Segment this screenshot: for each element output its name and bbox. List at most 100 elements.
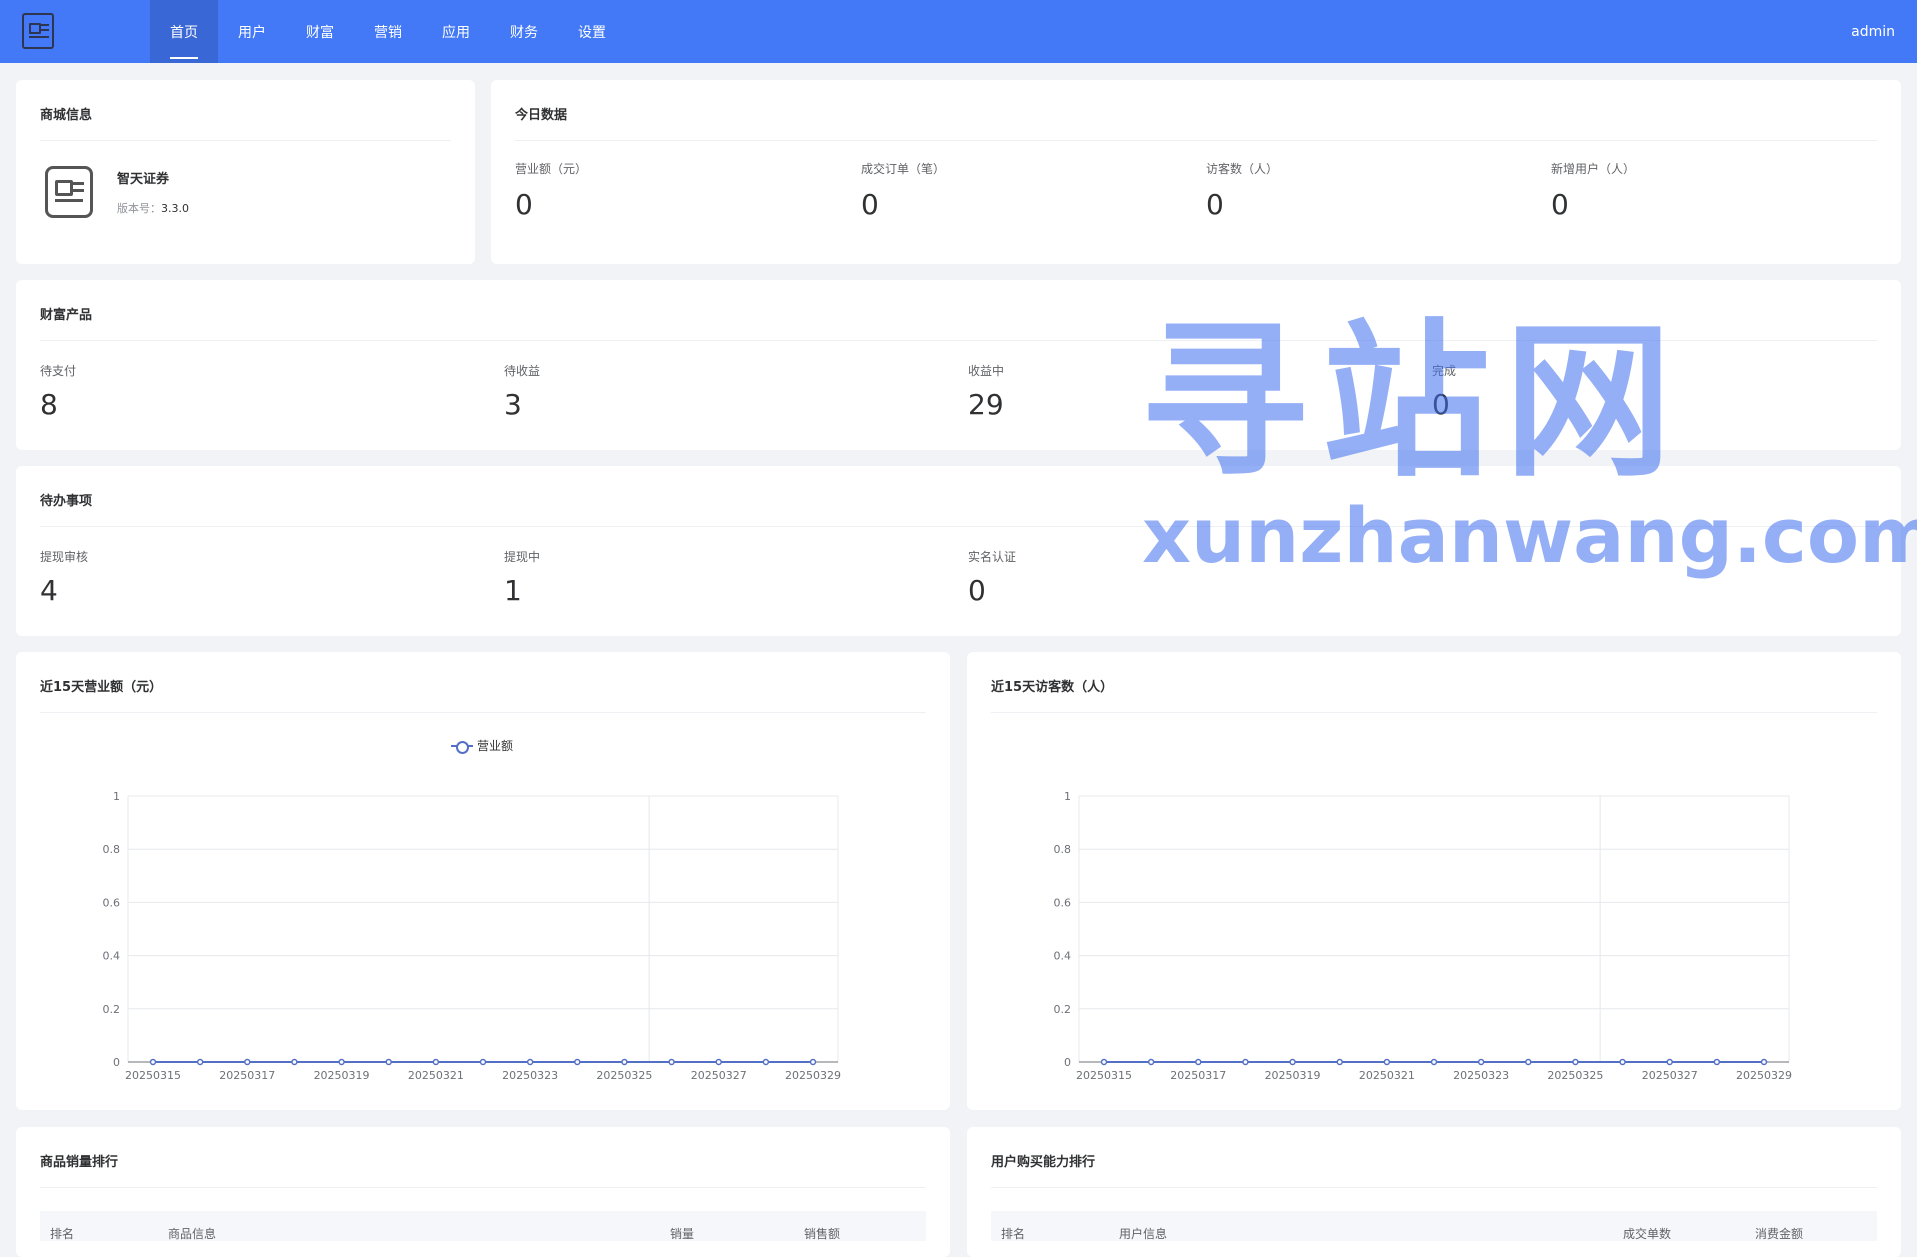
x-tick-label: 20250317 xyxy=(219,1069,275,1082)
card-title: 今日数据 xyxy=(515,108,568,123)
nav-finance[interactable]: 财务 xyxy=(490,0,558,63)
x-tick-label: 20250319 xyxy=(1265,1069,1321,1082)
product-rank-card: 商品销量排行 排名 商品信息 销量 销售额 xyxy=(16,1127,950,1257)
stat-value-pending-pay: 8 xyxy=(40,388,58,421)
x-tick-label: 20250327 xyxy=(1642,1069,1698,1082)
stat-label-orders: 成交订单（笔） xyxy=(861,162,946,176)
y-tick-label: 0.2 xyxy=(1054,1003,1072,1016)
main-nav: 首页 用户 财富 营销 应用 财务 设置 xyxy=(150,0,626,63)
x-tick-label: 20250325 xyxy=(596,1069,652,1082)
col-product-info: 商品信息 xyxy=(168,1227,217,1241)
x-tick-label: 20250315 xyxy=(125,1069,181,1082)
card-title: 财富产品 xyxy=(40,308,93,323)
y-tick-label: 0.8 xyxy=(103,843,121,856)
data-point xyxy=(715,1058,722,1066)
visitor-line-chart: 0 0.2 0.4 0.6 0.8 1 20250315 20250317 20250319 20… xyxy=(1054,790,1793,1082)
x-tick-label: 20250327 xyxy=(691,1069,747,1082)
stat-value-visitors: 0 xyxy=(1206,188,1224,221)
revenue-chart-card: 近15天营业额（元） 营业额 0 0.2 0.4 0.6 0.8 1 20250315 202… xyxy=(16,652,950,1110)
y-tick-label: 0 xyxy=(113,1056,120,1069)
shop-version: 版本号：3.3.0 xyxy=(117,200,189,216)
stat-label-pending-pay: 待支付 xyxy=(40,364,77,378)
nav-wealth[interactable]: 财富 xyxy=(286,0,354,63)
card-title: 商品销量排行 xyxy=(40,1155,119,1170)
x-tick-label: 20250323 xyxy=(502,1069,558,1082)
nav-settings[interactable]: 设置 xyxy=(558,0,626,63)
stat-label-real-name[interactable]: 实名认证 xyxy=(968,548,1016,565)
col-sales-amount: 销售额 xyxy=(804,1227,841,1241)
divider xyxy=(40,1187,926,1188)
stat-value-new-users: 0 xyxy=(1551,188,1569,221)
wealth-products-card: 财富产品 待支付 8 待收益 3 收益中 29 完成 0 xyxy=(16,280,1901,450)
data-point xyxy=(196,1058,204,1066)
version-label: 版本号： xyxy=(117,202,161,215)
nav-apps[interactable]: 应用 xyxy=(422,0,490,63)
y-tick-label: 0.2 xyxy=(103,1003,121,1016)
y-tick-label: 1 xyxy=(1064,790,1071,803)
col-rank: 排名 xyxy=(50,1227,75,1241)
data-point xyxy=(762,1058,770,1066)
data-point xyxy=(1666,1058,1673,1066)
card-title: 待办事项 xyxy=(40,494,93,509)
stat-value-withdrawing[interactable]: 1 xyxy=(504,574,522,607)
stat-value-orders: 0 xyxy=(861,188,879,221)
divider xyxy=(515,140,1877,141)
data-point xyxy=(809,1058,817,1066)
divider xyxy=(40,140,451,141)
x-tick-label: 20250329 xyxy=(1736,1069,1792,1082)
y-tick-label: 1 xyxy=(113,790,120,803)
y-tick-label: 0 xyxy=(1064,1056,1071,1069)
x-tick-label: 20250323 xyxy=(1453,1069,1509,1082)
divider xyxy=(991,1187,1877,1188)
table-header: 排名 商品信息 销量 销售额 xyxy=(40,1211,926,1241)
data-point xyxy=(1477,1058,1485,1066)
divider xyxy=(40,526,1877,527)
data-point xyxy=(1619,1058,1626,1066)
data-point xyxy=(432,1058,440,1066)
stat-label-withdraw-review[interactable]: 提现审核 xyxy=(40,548,88,565)
data-point xyxy=(1572,1058,1579,1066)
data-point xyxy=(574,1058,581,1066)
y-tick-label: 0.6 xyxy=(103,896,121,909)
today-data-card: 今日数据 营业额（元） 0 成交订单（笔） 0 访客数（人） 0 新增用户（人）… xyxy=(491,80,1901,264)
data-point xyxy=(1195,1058,1202,1066)
data-point xyxy=(668,1058,675,1066)
col-rank: 排名 xyxy=(1001,1227,1026,1241)
stat-value-earning: 29 xyxy=(968,388,1004,421)
data-point xyxy=(385,1058,392,1066)
stat-label-withdrawing[interactable]: 提现中 xyxy=(504,548,540,565)
x-tick-label: 20250325 xyxy=(1547,1069,1603,1082)
nav-marketing[interactable]: 营销 xyxy=(354,0,422,63)
x-tick-label: 20250321 xyxy=(1359,1069,1415,1082)
data-point xyxy=(1242,1058,1249,1066)
data-point xyxy=(1760,1058,1768,1066)
data-point xyxy=(291,1058,298,1066)
stat-label-earning: 收益中 xyxy=(968,364,1005,378)
stat-value-revenue: 0 xyxy=(515,188,533,221)
user-rank-card: 用户购买能力排行 排名 用户信息 成交单数 消费金额 xyxy=(967,1127,1901,1257)
logo-icon[interactable] xyxy=(22,13,54,49)
stat-label-pending-income: 待收益 xyxy=(504,364,541,378)
stat-label-new-users: 新增用户（人） xyxy=(1551,162,1636,176)
x-tick-label: 20250321 xyxy=(408,1069,464,1082)
x-tick-label: 20250317 xyxy=(1170,1069,1226,1082)
user-menu[interactable]: admin xyxy=(1851,0,1895,63)
version-value: 3.3.0 xyxy=(161,202,189,215)
stat-value-completed: 0 xyxy=(1432,388,1450,421)
data-point xyxy=(1713,1058,1721,1066)
stat-label-completed: 完成 xyxy=(1432,364,1457,378)
nav-home[interactable]: 首页 xyxy=(150,0,218,63)
x-tick-label: 20250329 xyxy=(785,1069,841,1082)
top-nav-bar: 首页 用户 财富 营销 应用 财务 设置 admin xyxy=(0,0,1917,63)
col-spend-amount: 消费金额 xyxy=(1755,1227,1804,1241)
stat-value-withdraw-review[interactable]: 4 xyxy=(40,574,58,607)
visitor-chart-card: 近15天访客数（人） 0 0.2 0.4 0.6 0.8 1 20250315 2025031… xyxy=(967,652,1901,1110)
card-title: 用户购买能力排行 xyxy=(991,1155,1096,1170)
card-title: 商城信息 xyxy=(40,108,93,123)
data-point xyxy=(1100,1058,1108,1066)
x-tick-label: 20250319 xyxy=(314,1069,370,1082)
shop-logo-icon xyxy=(45,166,93,218)
stat-value-real-name[interactable]: 0 xyxy=(968,574,986,607)
nav-users[interactable]: 用户 xyxy=(218,0,286,63)
data-point xyxy=(621,1058,628,1066)
